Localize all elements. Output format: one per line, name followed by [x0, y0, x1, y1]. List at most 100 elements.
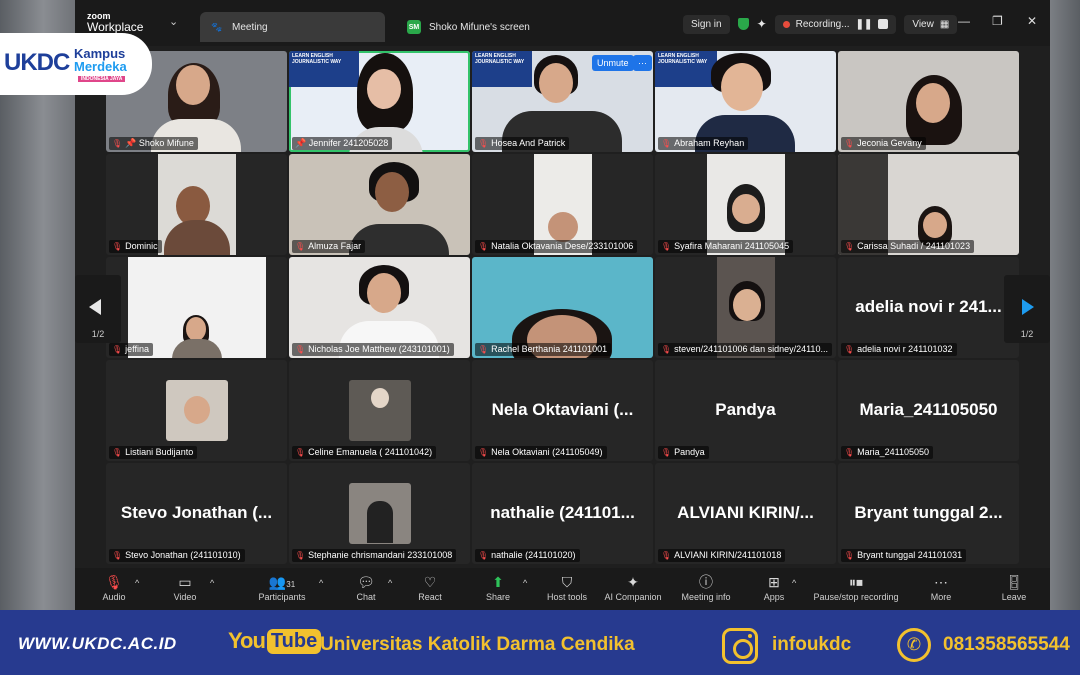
tab-meeting[interactable]: 🐾 Meeting [200, 12, 385, 42]
chevron-down-icon[interactable]: ⌄ [169, 15, 178, 28]
more-button[interactable]: ⋯ More [928, 572, 954, 602]
participant-display-name: ALVIANI KIRIN/... [677, 503, 814, 522]
participant-tile-active[interactable]: LEARN ENGLISH JOURNALISTIC WAY 📌 Jennife… [289, 51, 470, 152]
participant-tile[interactable]: 🎙︎ Nicholas Joe Matthew (243101001) [289, 257, 470, 358]
participant-name-text: Stephanie chrismandani 233101008 [308, 550, 453, 560]
participant-tile[interactable]: 🎙︎ Natalia Oktavania Dese/233101006 [472, 154, 653, 255]
leave-button[interactable]: 🚪︎ Leave [1000, 572, 1028, 602]
mic-off-icon: 🎙︎ [844, 448, 855, 457]
meeting-info-button[interactable]: ⓘ Meeting info [677, 572, 735, 602]
participant-name-text: Maria_241105050 [857, 447, 930, 457]
view-button[interactable]: View ▦ [904, 14, 958, 34]
audio-caret-icon[interactable]: ^ [135, 578, 139, 588]
video-button[interactable]: ▭ Video [169, 572, 201, 602]
participant-tile[interactable]: Stevo Jonathan (... 🎙︎ Stevo Jonathan (24… [106, 463, 287, 564]
brand-workplace: Workplace [87, 20, 144, 34]
view-label: View [912, 18, 934, 30]
mic-off-icon: 🎙︎ [844, 551, 855, 560]
participant-tile[interactable]: 🎙︎ Carissa Suhadi / 241101023 [838, 154, 1019, 255]
participant-tile[interactable]: LEARN ENGLISH JOURNALISTIC WAY 🎙︎ Abraham… [655, 51, 836, 152]
participant-tile[interactable]: Maria_241105050 🎙︎ Maria_241105050 [838, 360, 1019, 461]
pause-stop-recording-button[interactable]: ⏸⏹ Pause/stop recording [810, 572, 902, 602]
audio-button[interactable]: 🎙︎ Audio [99, 572, 129, 602]
participant-tile[interactable]: Nela Oktaviani (... 🎙︎ Nela Oktaviani (24… [472, 360, 653, 461]
mic-off-icon: 🎙︎ [478, 448, 489, 457]
face-shape [375, 172, 409, 212]
participants-caret-icon[interactable]: ^ [319, 578, 323, 588]
mic-off-icon: 🎙︎ [112, 242, 123, 251]
participant-tile[interactable]: 🎙︎ Almuza Fajar [289, 154, 470, 255]
close-icon[interactable]: ✕ [1027, 14, 1037, 28]
face-shape [732, 194, 760, 224]
participant-tile[interactable]: Bryant tunggal 2... 🎙︎ Bryant tunggal 241… [838, 463, 1019, 564]
participant-tile[interactable]: adelia novi r 241... 🎙︎ adelia novi r 241… [838, 257, 1019, 358]
participant-tile[interactable]: 🎙︎ Dominic [106, 154, 287, 255]
leave-label: Leave [1001, 592, 1027, 602]
more-icon: ⋯ [934, 574, 948, 590]
tab-label: Shoko Mifune's screen [429, 21, 530, 33]
arrow-right-icon [1022, 299, 1034, 315]
mic-off-icon: 🎙︎ [295, 345, 306, 354]
participant-tile[interactable]: 🎙︎ Rachel Berthania 241101001 [472, 257, 653, 358]
apps-button[interactable]: ⊞ Apps [762, 572, 786, 602]
shield-icon[interactable] [737, 18, 749, 30]
previous-page-button[interactable]: 1/2 [75, 275, 121, 343]
mic-off-icon: 🎙︎ [844, 242, 855, 251]
chat-caret-icon[interactable]: ^ [388, 578, 392, 588]
mic-off-icon: 🎙︎ [295, 551, 306, 560]
react-button[interactable]: ♡ React [415, 572, 445, 602]
restore-icon[interactable]: ❐ [992, 14, 1003, 28]
participant-tile[interactable]: 🎙︎ Listiani Budijanto [106, 360, 287, 461]
next-page-button[interactable]: 1/2 [1004, 275, 1050, 343]
zoom-window: zoom Workplace ⌄ 🐾 Meeting SM Shoko Mifu… [75, 0, 1050, 610]
participant-tile[interactable]: 🎙︎ Stephanie chrismandani 233101008 [289, 463, 470, 564]
footer-banner: WWW.UKDC.AC.ID You Tube Universitas Kato… [0, 610, 1080, 675]
share-button[interactable]: ⬆ Share [483, 572, 513, 602]
participant-name: 🎙︎ ALVIANI KIRIN/241101018 [658, 549, 786, 562]
host-tools-button[interactable]: ⛉ Host tools [543, 572, 591, 602]
unmute-button[interactable]: Unmute [592, 55, 634, 71]
participant-tile[interactable]: LEARN ENGLISH JOURNALISTIC WAY Unmute ··… [472, 51, 653, 152]
face-shape [923, 212, 947, 238]
whatsapp-icon: ✆ [897, 628, 931, 662]
participant-name: 🎙︎ Almuza Fajar [292, 240, 366, 253]
chat-button[interactable]: 💬︎ Chat [353, 572, 379, 602]
participant-tile[interactable]: 🎙︎ Jeconia Gevany [838, 51, 1019, 152]
participant-tile[interactable]: Pandya 🎙︎ Pandya [655, 360, 836, 461]
sign-in-button[interactable]: Sign in [683, 14, 730, 34]
participants-button[interactable]: 👥31 Participants [255, 572, 309, 602]
participant-tile[interactable]: 🎙︎ steven/241101006 dan sidney/24110... [655, 257, 836, 358]
minimize-icon[interactable]: — [958, 14, 970, 28]
more-options-button[interactable]: ··· [633, 55, 652, 71]
app-brand[interactable]: zoom Workplace [87, 11, 143, 33]
face-shape [367, 273, 401, 313]
heart-icon: ♡ [423, 574, 437, 590]
participant-tile[interactable]: nathalie (241101... 🎙︎ nathalie (24110102… [472, 463, 653, 564]
shirt-shape [164, 220, 230, 255]
participant-tile[interactable]: 🎙︎ jeffina [106, 257, 287, 358]
participant-tile[interactable]: 🎙︎ Syafira Maharani 241105045 [655, 154, 836, 255]
face-shape [186, 317, 206, 341]
sparkle-icon[interactable]: ✦ [757, 17, 767, 31]
ai-companion-button[interactable]: ✦ AI Companion [602, 572, 664, 602]
participant-name-text: Hosea And Patrick [491, 138, 566, 148]
participant-tile[interactable]: ALVIANI KIRIN/... 🎙︎ ALVIANI KIRIN/241101… [655, 463, 836, 564]
tab-shared-screen[interactable]: SM Shoko Mifune's screen [397, 12, 577, 42]
page-indicator: 1/2 [91, 329, 105, 339]
paw-icon: 🐾 [211, 21, 223, 32]
meeting-toolbar: 🎙︎ Audio ^ ▭ Video ^ 👥31 Participants ^ … [75, 568, 1050, 610]
participant-name-text: Shoko Mifune [138, 138, 194, 148]
pause-icon[interactable]: ❚❚ [856, 19, 873, 30]
mic-off-icon: 🎙︎ [295, 448, 306, 457]
participant-display-name: Pandya [715, 400, 776, 419]
apps-caret-icon[interactable]: ^ [792, 578, 796, 588]
participant-tile[interactable]: 🎙︎ Celine Emanuela ( 241101042) [289, 360, 470, 461]
participant-name: 🎙︎ Rachel Berthania 241101001 [475, 343, 612, 356]
stop-icon[interactable] [878, 19, 889, 29]
recording-indicator[interactable]: Recording... ❚❚ [774, 14, 897, 34]
face-shape [733, 289, 761, 321]
participant-name: 📌 Jennifer 241205028 [292, 137, 393, 150]
share-caret-icon[interactable]: ^ [523, 578, 527, 588]
face-shape [176, 65, 210, 105]
video-caret-icon[interactable]: ^ [210, 578, 214, 588]
